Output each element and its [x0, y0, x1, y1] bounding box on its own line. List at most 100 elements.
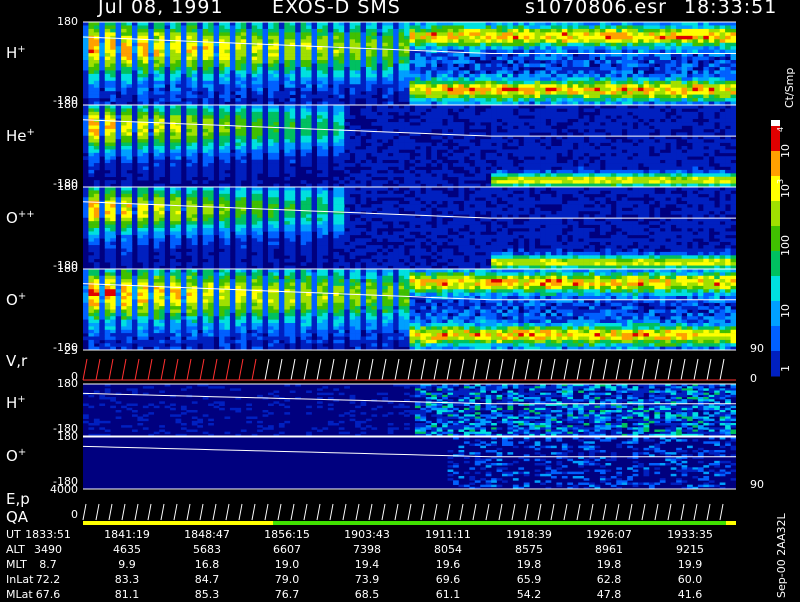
- cell-mlat: 81.1: [102, 588, 152, 601]
- colorbar-cell: [771, 211, 780, 217]
- cell-inlat: 79.0: [262, 573, 312, 586]
- colorbar-tick-1e4: 10: [779, 144, 792, 158]
- cell-alt: 8575: [504, 543, 554, 556]
- cell-alt: 8961: [584, 543, 634, 556]
- cell-alt: 5683: [182, 543, 232, 556]
- label-o-plus: O+: [6, 291, 26, 309]
- label-o-pp: O++: [6, 209, 35, 227]
- colorbar-tick-100: 100: [779, 235, 792, 256]
- cell-mlt: 19.0: [262, 558, 312, 571]
- panel-h-plus-right-gutter: [736, 22, 748, 105]
- colorbar-cell: [771, 286, 780, 292]
- cell-inlat: 60.0: [665, 573, 715, 586]
- colorbar-cell: [771, 271, 780, 277]
- cell-inlat: 62.8: [584, 573, 634, 586]
- tick-vr-top: 25: [38, 344, 78, 357]
- colorbar-cell: [771, 256, 780, 262]
- cell-ut: 1918:39: [504, 528, 554, 541]
- colorbar-cell: [771, 291, 780, 297]
- colorbar-cell: [771, 341, 780, 347]
- tick-top-he-plus: 180: [38, 98, 78, 111]
- cell-mlt: 19.8: [504, 558, 554, 571]
- colorbar-cell: [771, 356, 780, 362]
- cell-mlt: 19.4: [342, 558, 392, 571]
- tick-o2-right: 90: [750, 478, 764, 491]
- cell-ut: 1856:15: [262, 528, 312, 541]
- label-h-plus-2: H+: [6, 394, 26, 412]
- cell-ut: 1833:51: [23, 528, 73, 541]
- cell-mlt: 9.9: [102, 558, 152, 571]
- label-qa: QA: [6, 508, 28, 526]
- cell-mlat: 67.6: [23, 588, 73, 601]
- panel-o-plus-right-gutter: [736, 269, 748, 350]
- colorbar-cell: [771, 166, 780, 172]
- cell-mlat: 76.7: [262, 588, 312, 601]
- label-o-plus-2: O+: [6, 447, 26, 465]
- colorbar-cell: [771, 161, 780, 167]
- panel-o-pp-right-gutter: [736, 187, 748, 269]
- qa-bar-end: [726, 521, 736, 525]
- label-vr: V,r: [6, 352, 27, 370]
- cell-inlat: 73.9: [342, 573, 392, 586]
- cell-ut: 1911:11: [423, 528, 473, 541]
- colorbar-cell: [771, 321, 780, 327]
- spectrogram-plot: [0, 0, 800, 600]
- cell-inlat: 72.2: [23, 573, 73, 586]
- cell-alt: 4635: [102, 543, 152, 556]
- colorbar-cell: [771, 221, 780, 227]
- label-h-plus: H+: [6, 44, 26, 62]
- row-mlt: MLT8.79.916.819.019.419.619.819.819.9: [0, 558, 800, 572]
- cell-alt: 8054: [423, 543, 473, 556]
- row-inlat: InLat72.283.384.779.073.969.665.962.860.…: [0, 573, 800, 587]
- tick-vr-right-bottom: 0: [750, 372, 757, 385]
- cell-mlt: 19.9: [665, 558, 715, 571]
- colorbar-cell: [771, 336, 780, 342]
- cell-alt: 3490: [23, 543, 73, 556]
- tick-ep-bottom: 0: [38, 508, 78, 521]
- cell-ut: 1903:43: [342, 528, 392, 541]
- panel-he-plus-right-gutter: [736, 105, 748, 187]
- cell-mlt: 16.8: [182, 558, 232, 571]
- cell-ut: 1841:19: [102, 528, 152, 541]
- panel-h-plus-2-right-gutter: [736, 384, 748, 436]
- tick-top-o-plus: 180: [38, 262, 78, 275]
- colorbar-tick-1: 1: [779, 365, 792, 372]
- cell-mlat: 68.5: [342, 588, 392, 601]
- colorbar-cell: [771, 216, 780, 222]
- cell-ut: 1848:47: [182, 528, 232, 541]
- cell-alt: 6607: [262, 543, 312, 556]
- cell-alt: 9215: [665, 543, 715, 556]
- qa-bar-yellow: [83, 521, 273, 525]
- tick-vr-bottom: 0: [38, 370, 78, 383]
- colorbar-tick-10: 10: [779, 304, 792, 318]
- colorbar-cell: [771, 136, 780, 142]
- tick-top-o-plus-2: 180: [38, 430, 78, 443]
- colorbar-cell: [771, 171, 780, 177]
- cell-ut: 1926:07: [584, 528, 634, 541]
- cell-mlat: 41.6: [665, 588, 715, 601]
- label-ep: E,p: [6, 490, 30, 508]
- colorbar-tick-exp4: 4: [776, 127, 785, 132]
- colorbar-cell: [771, 226, 780, 232]
- cell-mlt: 8.7: [23, 558, 73, 571]
- row-label-ut: UT: [6, 528, 21, 541]
- cell-inlat: 83.3: [102, 573, 152, 586]
- cell-mlat: 54.2: [504, 588, 554, 601]
- cell-inlat: 84.7: [182, 573, 232, 586]
- colorbar-cell: [771, 276, 780, 282]
- panel-o-plus-2-right-gutter: [736, 437, 748, 489]
- colorbar-cell: [771, 201, 780, 207]
- cell-inlat: 69.6: [423, 573, 473, 586]
- colorbar-cell: [771, 351, 780, 357]
- cell-mlat: 47.8: [584, 588, 634, 601]
- colorbar-title: Ct/Smp: [783, 68, 796, 108]
- colorbar-cell: [771, 346, 780, 352]
- cell-mlat: 61.1: [423, 588, 473, 601]
- colorbar-cell: [771, 206, 780, 212]
- colorbar-tick-1e3: 10: [779, 184, 792, 198]
- row-alt: ALT349046355683660773988054857589619215: [0, 543, 800, 557]
- qa-bar-green: [273, 521, 736, 525]
- colorbar-cell: [771, 261, 780, 267]
- vr-panel-bg: [83, 353, 736, 381]
- colorbar-tick-exp3: 3: [776, 179, 785, 184]
